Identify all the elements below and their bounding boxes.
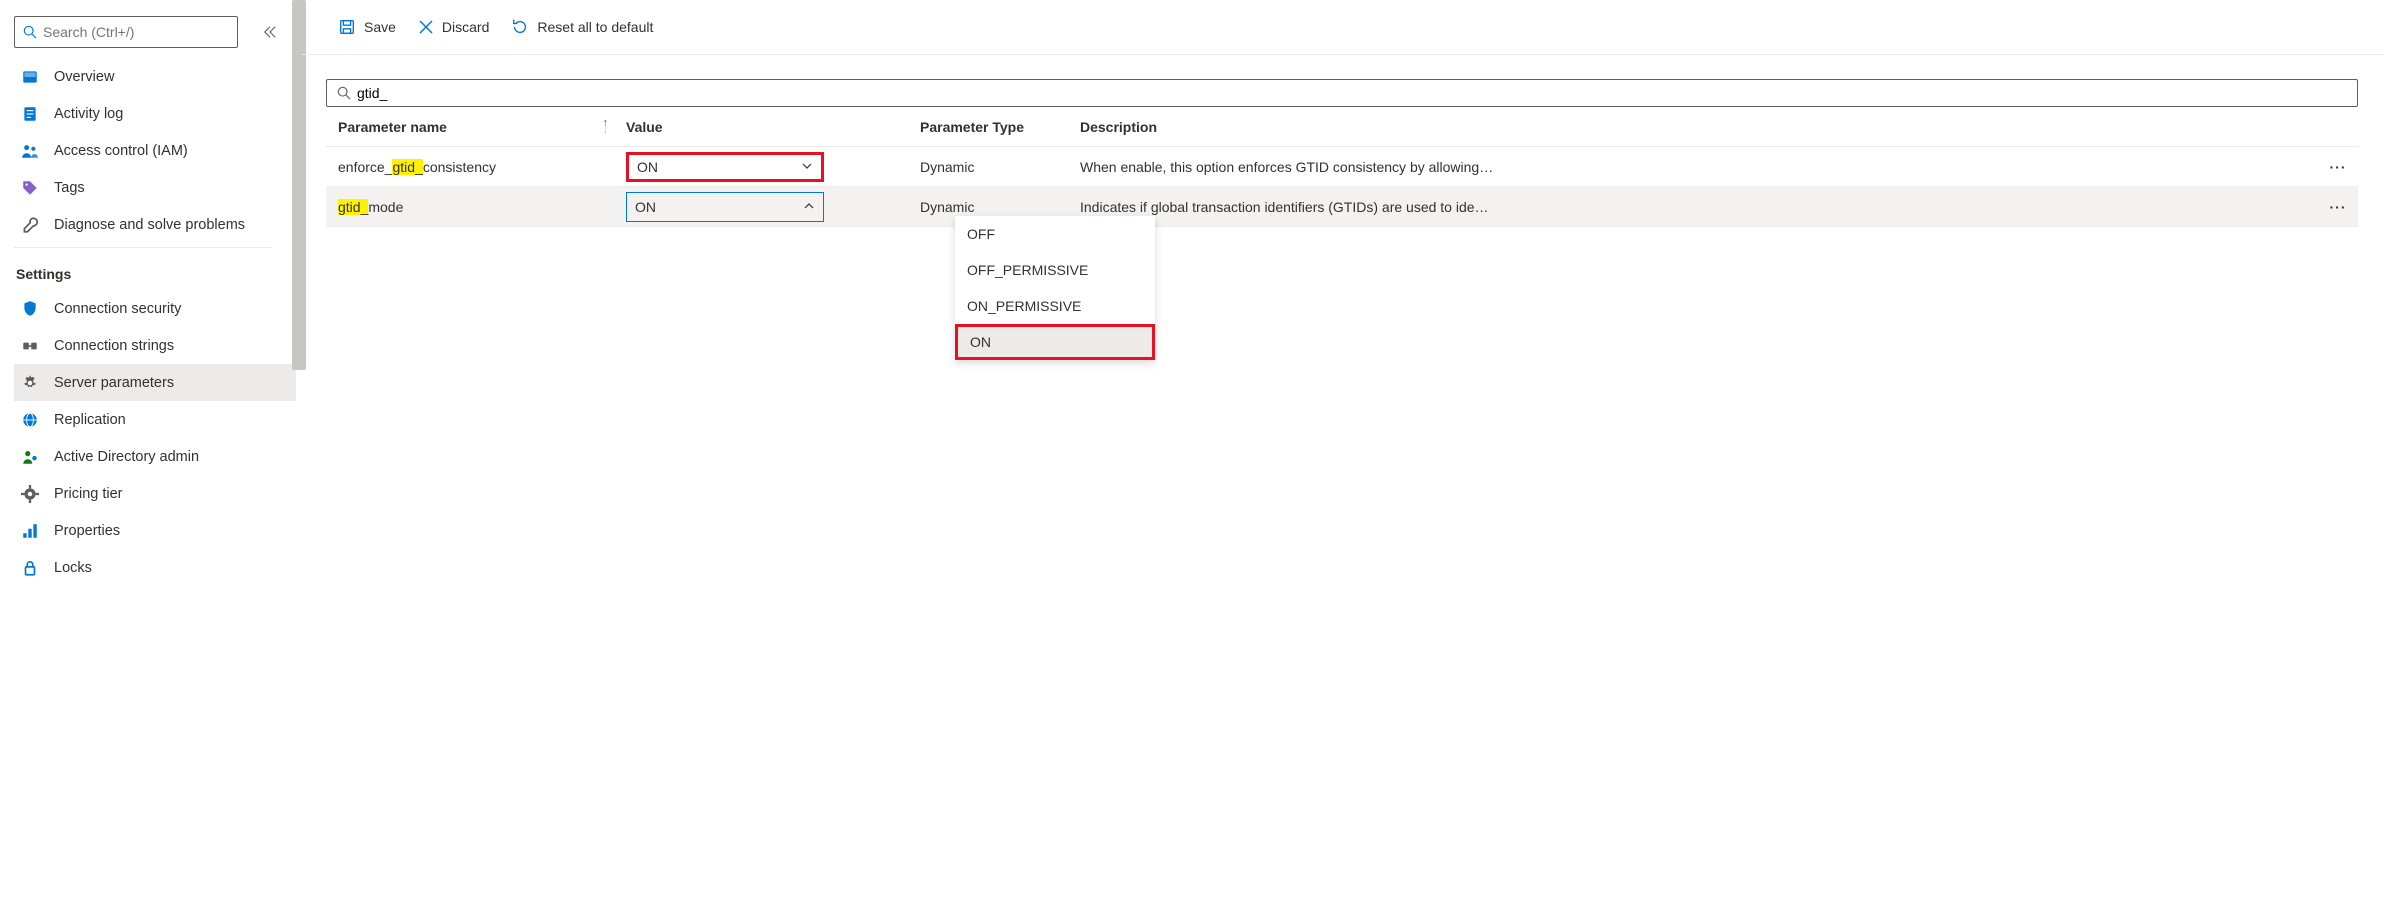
reset-icon [511, 18, 529, 36]
table-row: enforce_gtid_consistency ON DynamicWhen en… [326, 147, 2358, 187]
sort-icon[interactable]: ↑↓ [603, 120, 609, 134]
nav-item-locks[interactable]: Locks [14, 549, 296, 586]
nav-item-pricing-tier[interactable]: Pricing tier [14, 475, 296, 512]
param-type: Dynamic [920, 199, 1080, 215]
nav-label: Activity log [54, 106, 123, 122]
tag-icon [20, 178, 40, 198]
chevron-down-icon [801, 159, 813, 175]
reset-button[interactable]: Reset all to default [501, 12, 663, 42]
discard-button[interactable]: Discard [408, 13, 499, 41]
col-value[interactable]: Value [626, 119, 920, 135]
nav-label: Access control (IAM) [54, 143, 188, 159]
conn-icon [20, 336, 40, 356]
parameter-search[interactable] [326, 79, 2358, 107]
nav-label: Connection security [54, 301, 181, 317]
reset-label: Reset all to default [537, 19, 653, 35]
save-button[interactable]: Save [328, 12, 406, 42]
nav-item-tags[interactable]: Tags [14, 169, 296, 206]
nav-label: Properties [54, 523, 120, 539]
value-select[interactable]: ON [626, 152, 824, 182]
nav-item-server-parameters[interactable]: Server parameters [14, 364, 296, 401]
nav-item-active-directory-admin[interactable]: Active Directory admin [14, 438, 296, 475]
table-row: gtid_mode ON DynamicIndicates if global tr… [326, 187, 2358, 227]
chevron-up-icon [803, 199, 815, 215]
discard-label: Discard [442, 19, 489, 35]
iam-icon [20, 141, 40, 161]
nav-item-properties[interactable]: Properties [14, 512, 296, 549]
value-select[interactable]: ON [626, 192, 824, 222]
nav-label: Diagnose and solve problems [54, 217, 245, 233]
nav-item-connection-strings[interactable]: Connection strings [14, 327, 296, 364]
nav-label: Replication [54, 412, 126, 428]
save-icon [338, 18, 356, 36]
x-icon [418, 19, 434, 35]
lock-icon [20, 558, 40, 578]
toolbar: Save Discard Reset all to default [300, 12, 2384, 54]
nav-label: Connection strings [54, 338, 174, 354]
bars-icon [20, 521, 40, 541]
param-type: Dynamic [920, 159, 1080, 175]
search-icon [23, 25, 37, 39]
param-description: When enable, this option enforces GTID c… [1080, 159, 2318, 175]
nav-item-access-control-iam-[interactable]: Access control (IAM) [14, 132, 296, 169]
nav-label: Tags [54, 180, 85, 196]
wrench-icon [20, 215, 40, 235]
sidebar-search[interactable] [14, 16, 238, 48]
col-type[interactable]: Parameter Type [920, 119, 1080, 135]
log-icon [20, 104, 40, 124]
table-header: Parameter name ↑↓ Value Parameter Type D… [326, 107, 2358, 147]
param-name: gtid_mode [326, 199, 626, 215]
nav-label: Server parameters [54, 375, 174, 391]
parameters-table: Parameter name ↑↓ Value Parameter Type D… [326, 107, 2358, 227]
value-dropdown[interactable]: OFFOFF_PERMISSIVEON_PERMISSIVEON [955, 216, 1155, 360]
col-description[interactable]: Description [1080, 119, 2318, 135]
gearg-icon [20, 484, 40, 504]
sidebar: Overview Activity log Access control (IAM)… [0, 0, 300, 900]
nav-label: Overview [54, 69, 114, 85]
value-text: ON [637, 159, 658, 175]
param-description: Indicates if global transaction identifi… [1080, 199, 2318, 215]
sidebar-search-input[interactable] [43, 24, 229, 40]
main-content: Save Discard Reset all to default Parame… [300, 0, 2384, 900]
nav-item-replication[interactable]: Replication [14, 401, 296, 438]
nav-item-connection-security[interactable]: Connection security [14, 290, 296, 327]
settings-header: Settings [14, 248, 296, 290]
shield-icon [20, 299, 40, 319]
chevron-double-left-icon [263, 25, 277, 39]
param-name: enforce_gtid_consistency [326, 159, 626, 175]
save-label: Save [364, 19, 396, 35]
gear-icon [20, 373, 40, 393]
globe-icon [20, 410, 40, 430]
more-actions-button[interactable]: ··· [2330, 199, 2347, 215]
value-text: ON [635, 199, 656, 215]
nav-label: Active Directory admin [54, 449, 199, 465]
nav-item-overview[interactable]: Overview [14, 58, 296, 95]
admin-icon [20, 447, 40, 467]
nav-label: Pricing tier [54, 486, 123, 502]
nav-label: Locks [54, 560, 92, 576]
more-actions-button[interactable]: ··· [2330, 159, 2347, 175]
db-icon [20, 67, 40, 87]
dropdown-option-on_permissive[interactable]: ON_PERMISSIVE [955, 288, 1155, 324]
col-parameter-name[interactable]: Parameter name ↑↓ [326, 119, 626, 135]
search-icon [337, 86, 351, 100]
dropdown-option-off[interactable]: OFF [955, 216, 1155, 252]
collapse-sidebar-button[interactable] [258, 20, 282, 44]
dropdown-option-on[interactable]: ON [955, 324, 1155, 360]
parameter-search-input[interactable] [357, 85, 2347, 101]
nav-item-activity-log[interactable]: Activity log [14, 95, 296, 132]
dropdown-option-off_permissive[interactable]: OFF_PERMISSIVE [955, 252, 1155, 288]
nav-item-diagnose-and-solve-problems[interactable]: Diagnose and solve problems [14, 206, 296, 243]
